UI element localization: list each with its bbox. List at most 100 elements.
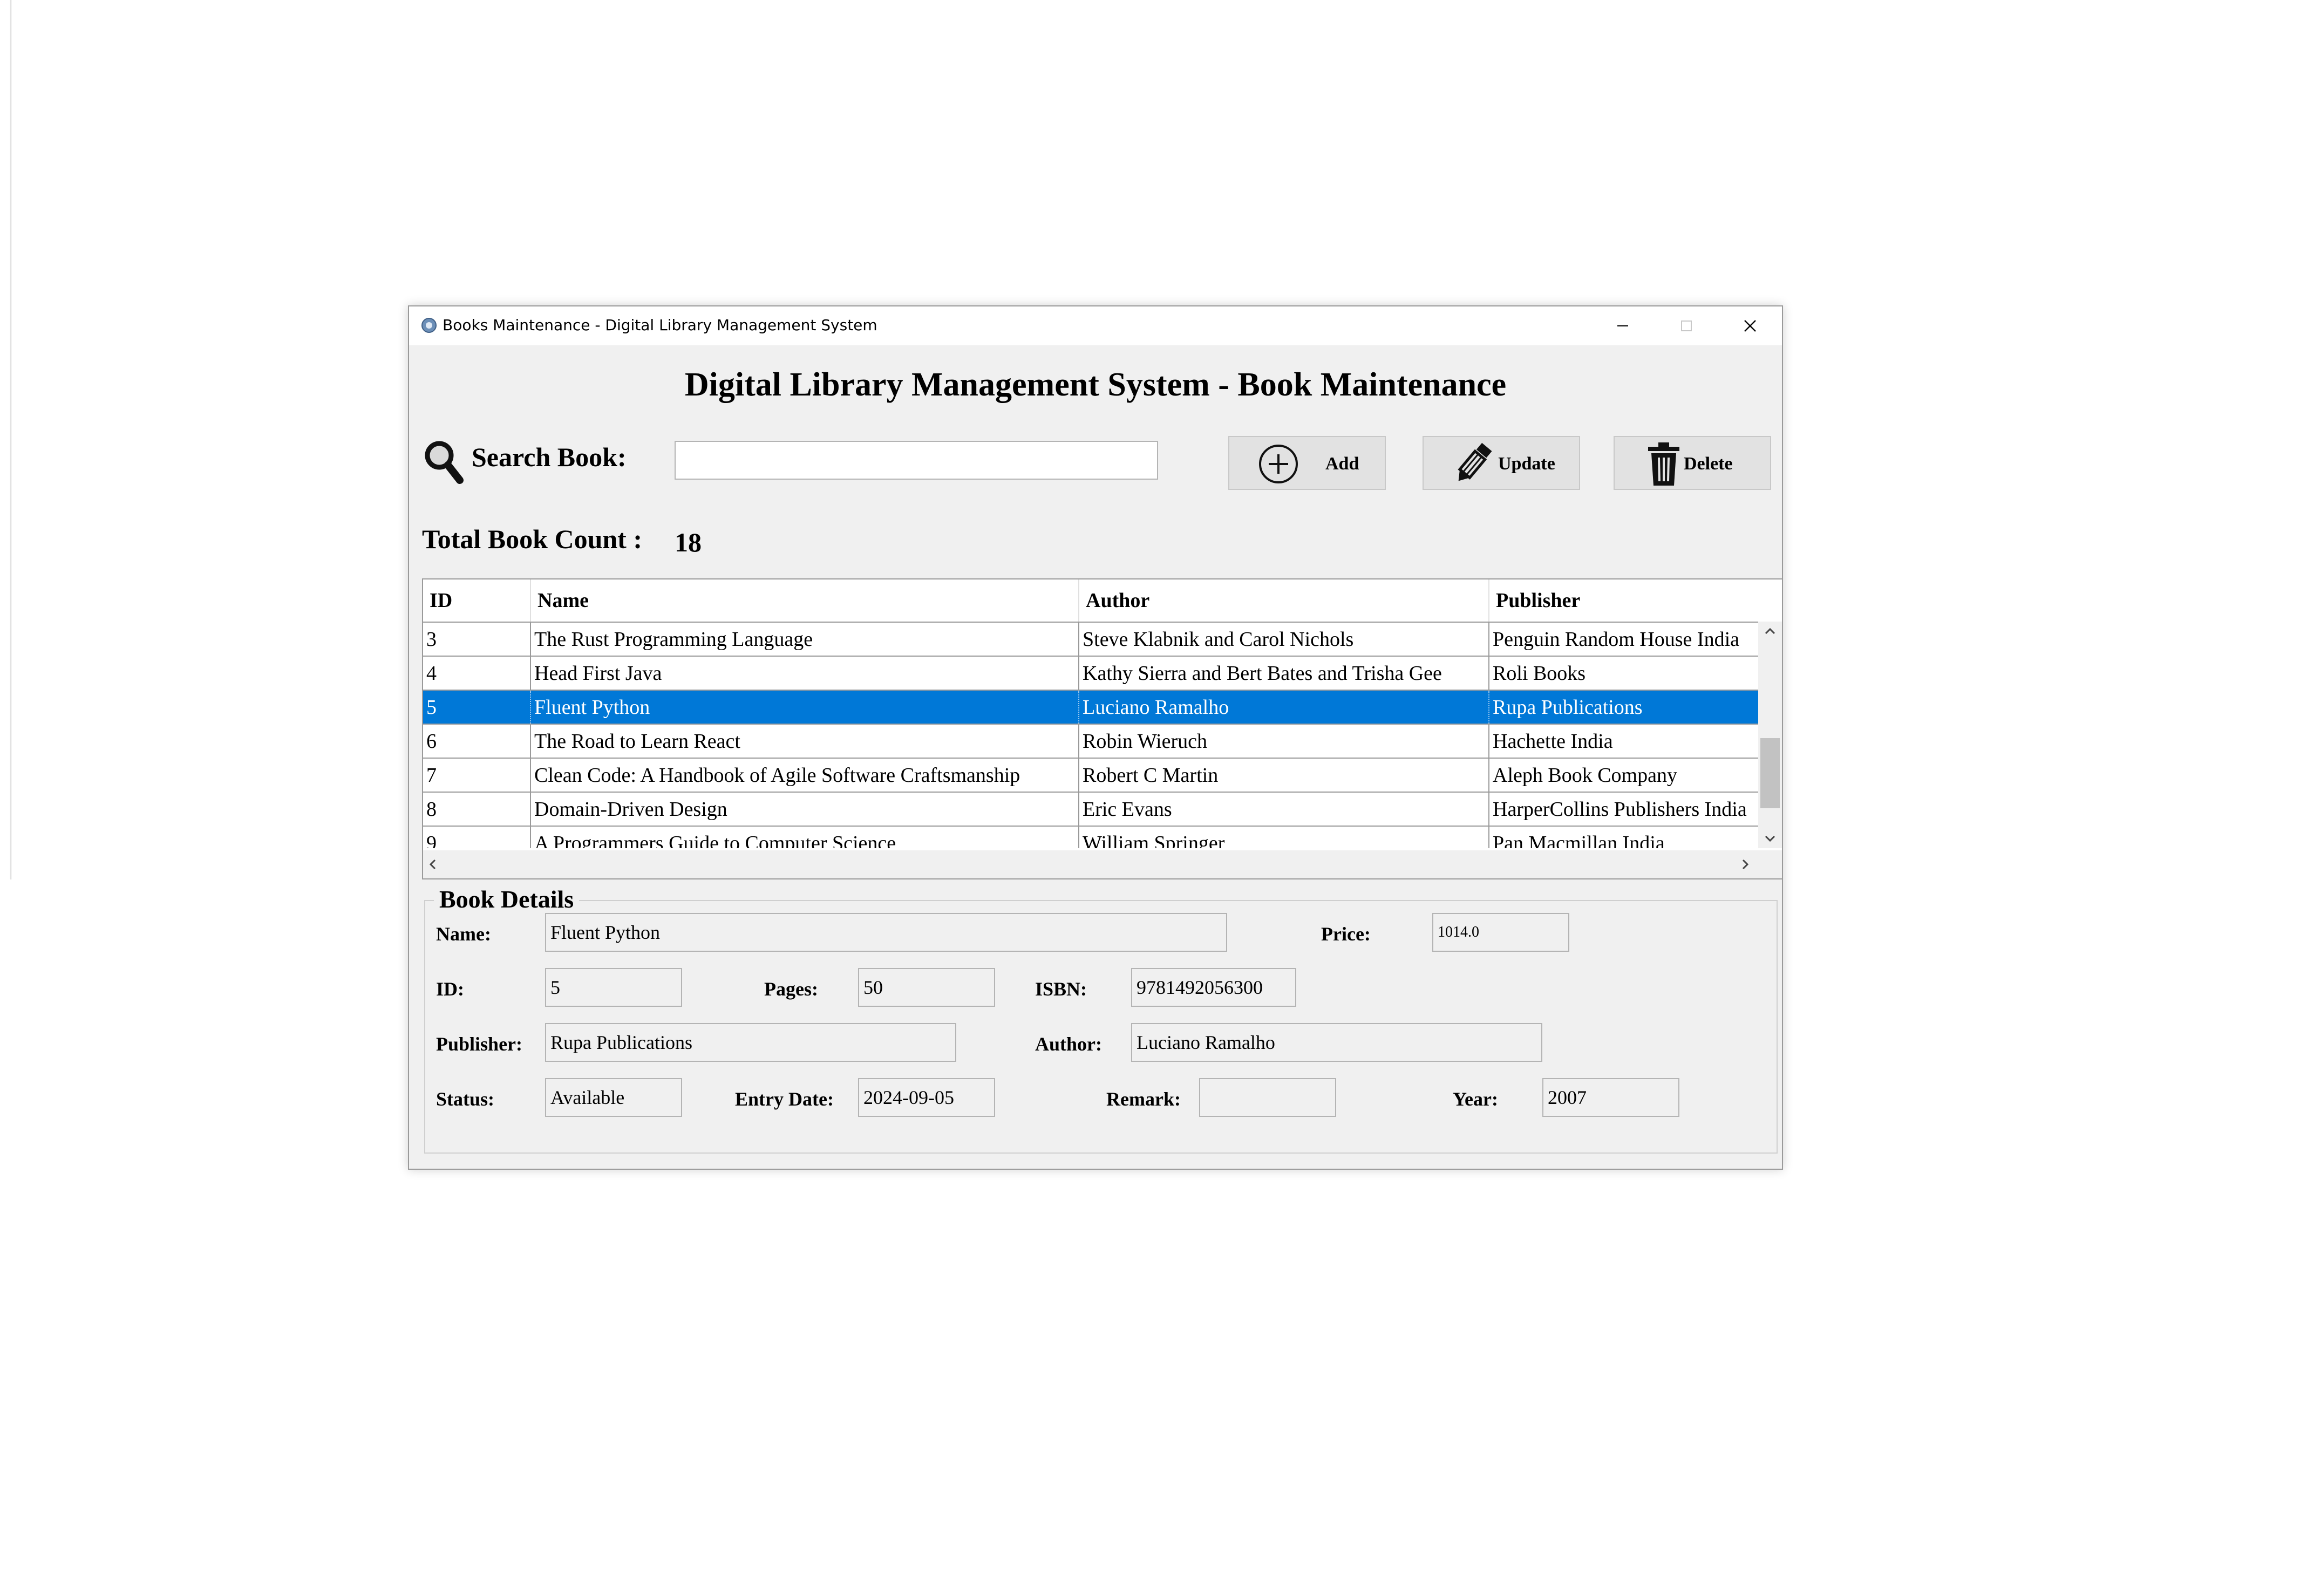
- column-header-id[interactable]: ID: [423, 579, 531, 622]
- name-label: Name:: [436, 923, 491, 945]
- close-button[interactable]: [1718, 306, 1782, 345]
- trash-icon: [1642, 442, 1686, 486]
- cell-id: 9: [423, 827, 531, 848]
- cell-name: Head First Java: [531, 657, 1079, 690]
- desktop-edge: [0, 0, 12, 879]
- scroll-corner: [1758, 850, 1782, 878]
- cell-publisher: Rupa Publications: [1493, 695, 1643, 719]
- cell-author: Luciano Ramalho: [1079, 691, 1489, 724]
- minimize-button[interactable]: [1591, 306, 1655, 345]
- table-row[interactable]: 6 The Road to Learn React Robin Wieruch …: [423, 724, 1758, 758]
- cell-name: The Rust Programming Language: [531, 623, 1079, 656]
- cell-id: 6: [423, 725, 531, 758]
- books-maintenance-window: Books Maintenance - Digital Library Mana…: [408, 305, 1783, 1170]
- cell-publisher: Hachette India: [1493, 729, 1613, 753]
- cell-name: Fluent Python: [531, 691, 1079, 724]
- status-label: Status:: [436, 1088, 495, 1110]
- maximize-icon: [1681, 320, 1692, 331]
- cell-id: 8: [423, 793, 531, 826]
- cell-author: Robin Wieruch: [1079, 725, 1489, 758]
- scroll-right-icon[interactable]: [1740, 858, 1751, 871]
- cell-publisher: Pan Macmillan India: [1493, 831, 1665, 849]
- publisher-field[interactable]: Rupa Publications: [545, 1023, 956, 1062]
- table-row[interactable]: 9 A Programmers Guide to Computer Scienc…: [423, 826, 1758, 848]
- delete-button-label: Delete: [1684, 454, 1733, 474]
- delete-button[interactable]: Delete: [1614, 436, 1771, 490]
- table-row-selected[interactable]: 5 Fluent Python Luciano Ramalho Rupa Pub…: [423, 690, 1758, 724]
- id-label: ID:: [436, 978, 464, 1000]
- vertical-scroll-thumb[interactable]: [1760, 738, 1780, 808]
- table-header: ID Name Author Publisher: [423, 579, 1758, 622]
- author-label: Author:: [1035, 1033, 1102, 1055]
- table-row[interactable]: 8 Domain-Driven Design Eric Evans Harper…: [423, 792, 1758, 826]
- close-icon: [1744, 320, 1756, 332]
- minimize-icon: [1617, 325, 1628, 326]
- book-count-label: Total Book Count :: [422, 524, 642, 554]
- cell-id: 4: [423, 657, 531, 690]
- maximize-button[interactable]: [1655, 306, 1718, 345]
- author-field[interactable]: Luciano Ramalho: [1131, 1023, 1542, 1062]
- book-details-group: Book Details Name: Fluent Python Price: …: [424, 885, 1778, 1154]
- column-header-publisher[interactable]: Publisher: [1489, 579, 1760, 622]
- name-field[interactable]: Fluent Python: [545, 913, 1227, 952]
- vertical-scrollbar[interactable]: [1758, 622, 1782, 848]
- entry-date-field[interactable]: 2024-09-05: [858, 1078, 995, 1117]
- cell-publisher: Roli Books: [1493, 661, 1586, 685]
- cell-id: 3: [423, 623, 531, 656]
- cell-publisher: HarperCollins Publishers India: [1493, 797, 1747, 821]
- price-label: Price:: [1321, 923, 1371, 945]
- column-header-author[interactable]: Author: [1079, 579, 1489, 622]
- cell-name: A Programmers Guide to Computer Science: [531, 827, 1079, 848]
- entry-date-label: Entry Date:: [735, 1088, 834, 1110]
- table-row[interactable]: 7 Clean Code: A Handbook of Agile Softwa…: [423, 758, 1758, 792]
- cell-author: Robert C Martin: [1079, 759, 1489, 792]
- cell-name: The Road to Learn React: [531, 725, 1079, 758]
- add-button-label: Add: [1325, 454, 1359, 474]
- scroll-down-icon[interactable]: [1764, 833, 1777, 844]
- status-field[interactable]: Available: [545, 1078, 682, 1117]
- scroll-up-icon[interactable]: [1764, 626, 1777, 637]
- app-icon: [421, 318, 437, 333]
- remark-label: Remark:: [1106, 1088, 1181, 1110]
- cell-publisher: Aleph Book Company: [1493, 763, 1677, 787]
- book-details-legend: Book Details: [434, 885, 580, 913]
- window-title: Books Maintenance - Digital Library Mana…: [443, 316, 877, 334]
- year-field[interactable]: 2007: [1542, 1078, 1679, 1117]
- cell-id: 5: [423, 691, 531, 724]
- cell-publisher: Penguin Random House India: [1493, 628, 1740, 651]
- books-table: ID Name Author Publisher 3 The Rust Prog…: [422, 578, 1783, 879]
- cell-author: Steve Klabnik and Carol Nichols: [1079, 623, 1489, 656]
- isbn-field[interactable]: 9781492056300: [1131, 968, 1296, 1007]
- cell-author: Kathy Sierra and Bert Bates and Trisha G…: [1079, 657, 1489, 690]
- table-row[interactable]: 3 The Rust Programming Language Steve Kl…: [423, 622, 1758, 656]
- cell-author: Eric Evans: [1079, 793, 1489, 826]
- title-bar: Books Maintenance - Digital Library Mana…: [409, 306, 1782, 345]
- table-body: 3 The Rust Programming Language Steve Kl…: [423, 622, 1758, 848]
- table-row[interactable]: 4 Head First Java Kathy Sierra and Bert …: [423, 656, 1758, 690]
- cell-id: 7: [423, 759, 531, 792]
- page-title: Digital Library Management System - Book…: [684, 366, 1507, 403]
- pages-field[interactable]: 50: [858, 968, 995, 1007]
- cell-name: Domain-Driven Design: [531, 793, 1079, 826]
- cell-name: Clean Code: A Handbook of Agile Software…: [531, 759, 1079, 792]
- book-count-value: 18: [675, 527, 702, 557]
- pencil-icon: [1451, 442, 1495, 486]
- column-header-name[interactable]: Name: [531, 579, 1079, 622]
- scroll-left-icon[interactable]: [427, 858, 438, 871]
- search-icon: [425, 441, 464, 484]
- update-button-label: Update: [1498, 454, 1555, 474]
- search-label: Search Book:: [472, 442, 627, 472]
- id-field[interactable]: 5: [545, 968, 682, 1007]
- cell-author: William Springer: [1079, 827, 1489, 848]
- isbn-label: ISBN:: [1035, 978, 1087, 1000]
- year-label: Year:: [1453, 1088, 1498, 1110]
- remark-field[interactable]: [1199, 1078, 1336, 1117]
- update-button[interactable]: Update: [1423, 436, 1580, 490]
- horizontal-scrollbar[interactable]: [423, 850, 1758, 878]
- add-button[interactable]: Add: [1228, 436, 1386, 490]
- add-icon: [1256, 442, 1301, 486]
- search-input[interactable]: [675, 441, 1158, 480]
- price-field[interactable]: 1014.0: [1432, 913, 1569, 952]
- publisher-label: Publisher:: [436, 1033, 523, 1055]
- pages-label: Pages:: [764, 978, 818, 1000]
